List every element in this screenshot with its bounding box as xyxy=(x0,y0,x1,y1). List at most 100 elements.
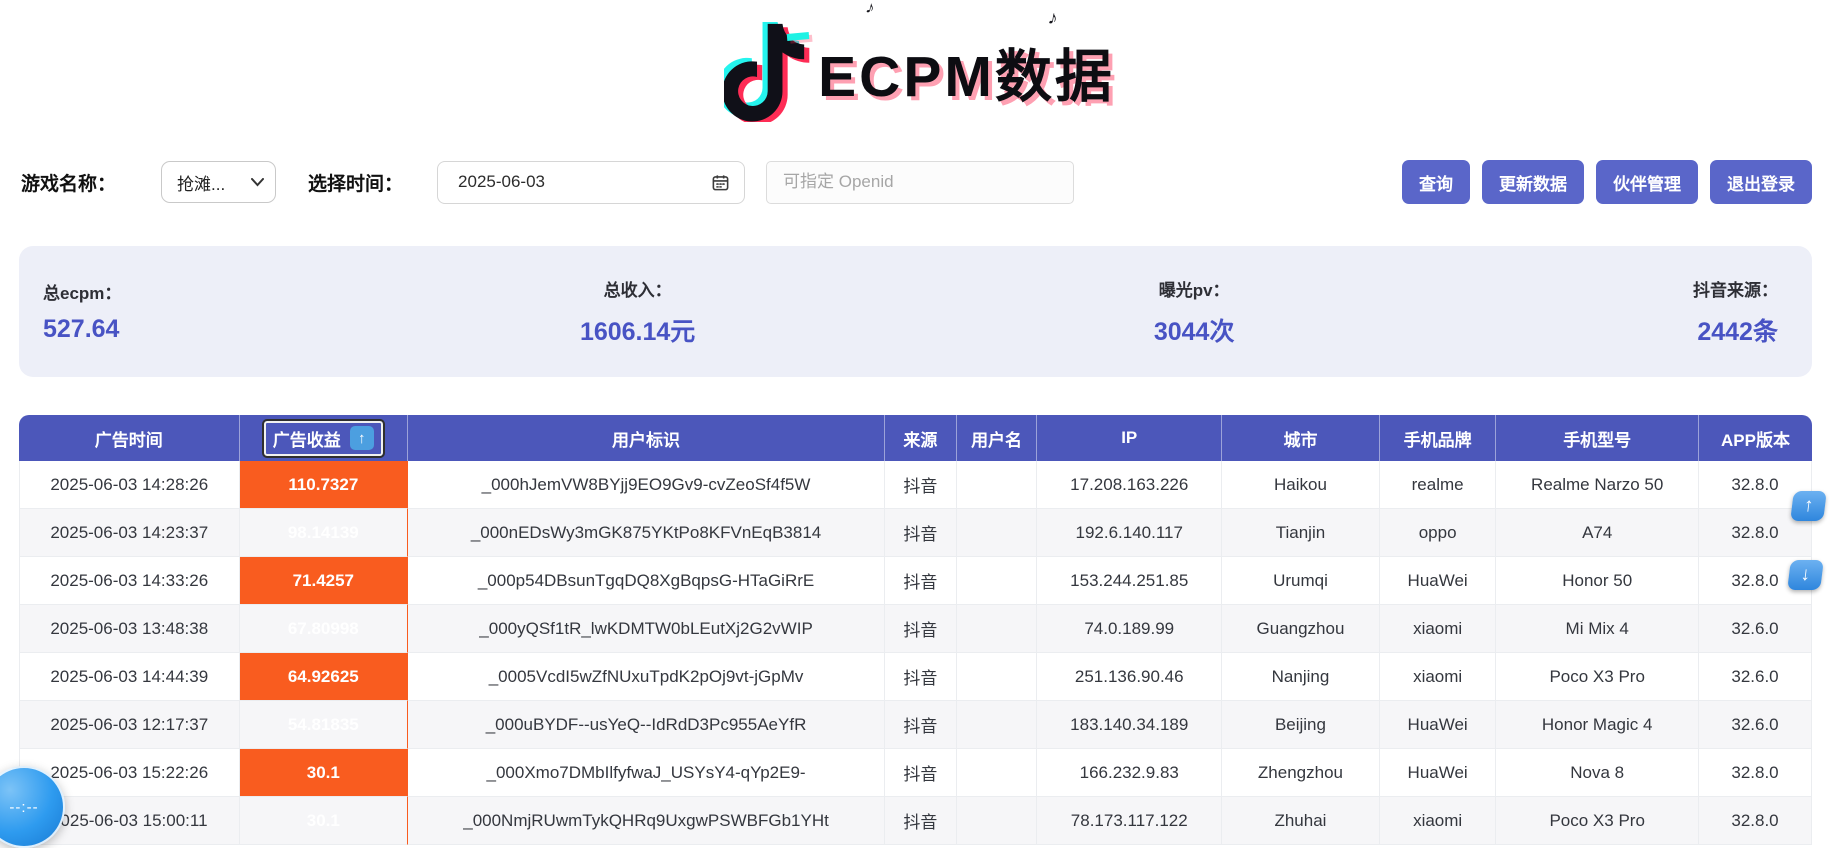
cell-time: 2025-06-03 14:33:26 xyxy=(19,557,240,605)
stats-bar: 总ecpm： 527.64 总收入： 1606.14元 曝光pv： 3044次 … xyxy=(19,246,1812,377)
cell-model: Nova 8 xyxy=(1496,749,1699,797)
ecpm-data-table: 广告时间广告收益↑用户标识来源用户名IP城市手机品牌手机型号APP版本 2025… xyxy=(19,415,1812,845)
cell-openid: _000Xmo7DMbIlfyfwaJ_USYsY4-qYp2E9- xyxy=(408,749,885,797)
table-row: 2025-06-03 14:44:3964.92625_0005VcdI5wZf… xyxy=(19,653,1812,701)
cell-city: Haikou xyxy=(1222,461,1380,509)
cell-username xyxy=(957,557,1038,605)
cell-time: 2025-06-03 13:48:38 xyxy=(19,605,240,653)
cell-source: 抖音 xyxy=(885,557,957,605)
cell-city: Nanjing xyxy=(1222,653,1380,701)
cell-openid: _000p54DBsunTgqDQ8XgBqpsG-HTaGiRrE xyxy=(408,557,885,605)
col-header-version: APP版本 xyxy=(1699,415,1812,461)
sort-asc-icon: ↑ xyxy=(350,426,374,450)
col-header-openid: 用户标识 xyxy=(408,415,885,461)
cell-version: 32.6.0 xyxy=(1699,653,1812,701)
col-header-model: 手机型号 xyxy=(1496,415,1699,461)
cell-revenue: 67.80998 xyxy=(240,605,409,653)
cell-model: Honor Magic 4 xyxy=(1496,701,1699,749)
cell-openid: _000hJemVW8BYjj9EO9Gv9-cvZeoSf4f5W xyxy=(408,461,885,509)
page-title: ECPM数据 xyxy=(818,31,1115,113)
stat-value: 3044次 xyxy=(1154,312,1235,348)
logout-button[interactable]: 退出登录 xyxy=(1710,160,1812,204)
cell-ip: 251.136.90.46 xyxy=(1037,653,1222,701)
cell-city: Guangzhou xyxy=(1222,605,1380,653)
douyin-logo-icon xyxy=(724,22,810,122)
cell-version: 32.8.0 xyxy=(1699,749,1812,797)
stat-douyin-source: 抖音来源： 2442条 xyxy=(1693,276,1778,348)
cell-username xyxy=(957,461,1038,509)
cell-source: 抖音 xyxy=(885,461,957,509)
col-header-revenue[interactable]: 广告收益↑ xyxy=(240,415,409,461)
stat-exposure-pv: 曝光pv： 3044次 xyxy=(1154,276,1235,348)
cell-username xyxy=(957,749,1038,797)
table-header-row: 广告时间广告收益↑用户标识来源用户名IP城市手机品牌手机型号APP版本 xyxy=(19,415,1812,461)
chevron-down-icon xyxy=(251,178,264,187)
table-row: 2025-06-03 12:17:3754.81835_000uBYDF--us… xyxy=(19,701,1812,749)
col-header-time: 广告时间 xyxy=(19,415,240,461)
filter-bar: 游戏名称： 抢滩... 选择时间： 2025-06-03 查询 更新数据 伙伴管… xyxy=(0,160,1839,204)
up-arrow-icon: ↑ xyxy=(1802,495,1814,517)
cell-brand: realme xyxy=(1380,461,1497,509)
cell-revenue: 98.14139 xyxy=(240,509,409,557)
cell-time: 2025-06-03 14:44:39 xyxy=(19,653,240,701)
revenue-sort-button[interactable]: 广告收益↑ xyxy=(262,419,385,458)
cell-openid: _0005VcdI5wZfNUxuTpdK2pOj9vt-jGpMv xyxy=(408,653,885,701)
openid-input[interactable] xyxy=(766,161,1074,204)
cell-version: 32.8.0 xyxy=(1699,797,1812,845)
cell-source: 抖音 xyxy=(885,797,957,845)
cell-time: 2025-06-03 14:28:26 xyxy=(19,461,240,509)
cell-username xyxy=(957,701,1038,749)
table-body: 2025-06-03 14:28:26110.7327_000hJemVW8BY… xyxy=(19,461,1812,845)
cell-city: Tianjin xyxy=(1222,509,1380,557)
col-header-ip: IP xyxy=(1037,415,1222,461)
stat-value: 527.64 xyxy=(43,315,121,344)
cell-model: Honor 50 xyxy=(1496,557,1699,605)
stat-label: 抖音来源： xyxy=(1693,276,1778,301)
cell-ip: 192.6.140.117 xyxy=(1037,509,1222,557)
cell-openid: _000nEDsWy3mGK875YKtPo8KFVnEqB3814 xyxy=(408,509,885,557)
stat-label: 曝光pv： xyxy=(1154,276,1235,301)
cell-revenue: 64.92625 xyxy=(240,653,409,701)
cell-source: 抖音 xyxy=(885,749,957,797)
cell-version: 32.6.0 xyxy=(1699,701,1812,749)
date-picker-input[interactable]: 2025-06-03 xyxy=(437,161,745,204)
cell-ip: 166.232.9.83 xyxy=(1037,749,1222,797)
table-row: 2025-06-03 14:33:2671.4257_000p54DBsunTg… xyxy=(19,557,1812,605)
cell-city: Zhengzhou xyxy=(1222,749,1380,797)
app-header: ECPM数据 xyxy=(0,0,1839,122)
cell-source: 抖音 xyxy=(885,653,957,701)
cell-brand: xiaomi xyxy=(1380,653,1497,701)
query-button[interactable]: 查询 xyxy=(1402,160,1470,204)
cell-ip: 17.208.163.226 xyxy=(1037,461,1222,509)
cell-username xyxy=(957,605,1038,653)
cell-time: 2025-06-03 14:23:37 xyxy=(19,509,240,557)
scroll-down-button[interactable]: ↓ xyxy=(1787,560,1824,590)
table-row: 2025-06-03 14:23:3798.14139_000nEDsWy3mG… xyxy=(19,509,1812,557)
cell-revenue: 71.4257 xyxy=(240,557,409,605)
date-value: 2025-06-03 xyxy=(458,172,545,192)
cell-ip: 78.173.117.122 xyxy=(1037,797,1222,845)
update-data-button[interactable]: 更新数据 xyxy=(1482,160,1584,204)
cell-city: Beijing xyxy=(1222,701,1380,749)
cell-brand: HuaWei xyxy=(1380,749,1497,797)
table-row: 2025-06-03 15:22:2630.1_000Xmo7DMbIlfyfw… xyxy=(19,749,1812,797)
select-time-label: 选择时间： xyxy=(308,169,403,196)
cell-revenue: 54.81835 xyxy=(240,701,409,749)
col-header-city: 城市 xyxy=(1222,415,1380,461)
scroll-up-button[interactable]: ↑ xyxy=(1790,491,1827,521)
cell-revenue: 110.7327 xyxy=(240,461,409,509)
game-select[interactable]: 抢滩... xyxy=(161,161,276,203)
cell-source: 抖音 xyxy=(885,509,957,557)
partner-management-button[interactable]: 伙伴管理 xyxy=(1596,160,1698,204)
stat-total-ecpm: 总ecpm： 527.64 xyxy=(43,279,121,344)
clock-text: --:-- xyxy=(9,799,38,816)
cell-time: 2025-06-03 12:17:37 xyxy=(19,701,240,749)
cell-ip: 153.244.251.85 xyxy=(1037,557,1222,605)
cell-source: 抖音 xyxy=(885,605,957,653)
down-arrow-icon: ↓ xyxy=(1799,564,1811,586)
cell-brand: HuaWei xyxy=(1380,701,1497,749)
table-row: 2025-06-03 14:28:26110.7327_000hJemVW8BY… xyxy=(19,461,1812,509)
stat-value: 2442条 xyxy=(1693,312,1778,348)
cell-openid: _000NmjRUwmTykQHRq9UxgwPSWBFGb1YHt xyxy=(408,797,885,845)
stat-label: 总收入： xyxy=(580,276,695,301)
